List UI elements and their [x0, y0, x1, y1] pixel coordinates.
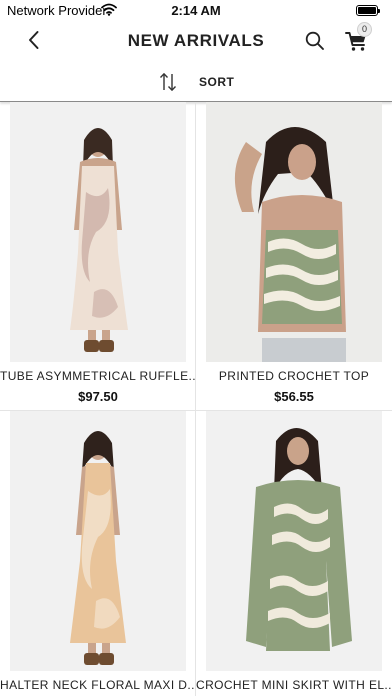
product-name[interactable]: CROCHET MINI SKIRT WITH EL... — [196, 678, 392, 692]
product-name[interactable]: TUBE ASYMMETRICAL RUFFLE... — [0, 369, 196, 383]
battery-icon — [356, 5, 380, 16]
sort-arrows-icon[interactable] — [157, 71, 179, 93]
nav-bar: NEW ARRIVALS 0 — [0, 20, 392, 62]
status-bar: Network Provider 2:14 AM — [0, 0, 392, 20]
sort-bar[interactable]: SORT — [0, 62, 392, 102]
product-card[interactable]: HALTER NECK FLORAL MAXI D... — [0, 411, 196, 696]
cart-count-badge: 0 — [357, 22, 372, 37]
product-image[interactable] — [10, 102, 186, 362]
product-price: $56.55 — [274, 389, 314, 404]
clock: 2:14 AM — [171, 3, 221, 18]
product-image[interactable] — [10, 411, 186, 671]
page-title: NEW ARRIVALS — [127, 31, 265, 50]
product-card[interactable]: CROCHET MINI SKIRT WITH EL... — [196, 411, 392, 696]
product-price: $97.50 — [78, 389, 118, 404]
product-card[interactable]: TUBE ASYMMETRICAL RUFFLE... $97.50 — [0, 102, 196, 410]
sort-button[interactable]: SORT — [199, 75, 234, 89]
product-image[interactable] — [206, 102, 382, 362]
product-name[interactable]: PRINTED CROCHET TOP — [196, 369, 392, 383]
product-grid: TUBE ASYMMETRICAL RUFFLE... $97.50 PRINT… — [0, 102, 392, 696]
product-image[interactable] — [206, 411, 382, 671]
product-card[interactable]: PRINTED CROCHET TOP $56.55 — [196, 102, 392, 410]
product-name[interactable]: HALTER NECK FLORAL MAXI D... — [0, 678, 196, 692]
search-icon[interactable] — [304, 30, 326, 52]
